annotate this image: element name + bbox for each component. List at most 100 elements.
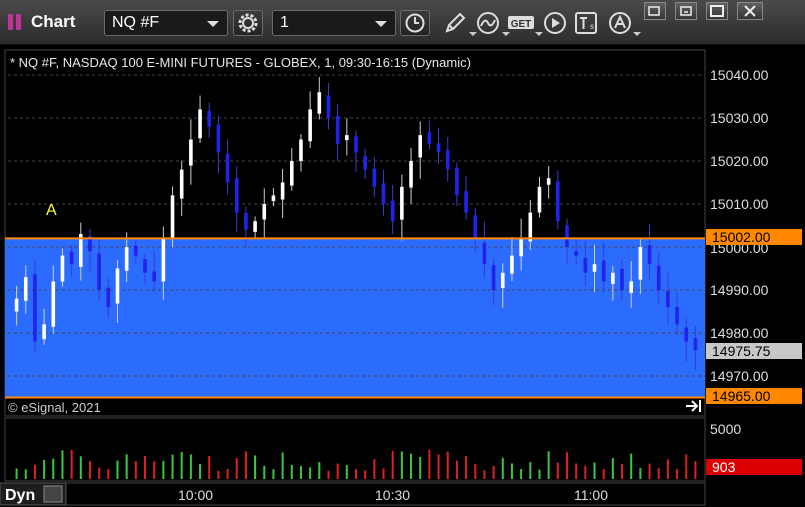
volume-bar bbox=[263, 465, 266, 479]
volume-bar bbox=[336, 463, 339, 479]
minimize-window-button[interactable] bbox=[675, 2, 697, 20]
volume-bar bbox=[611, 458, 614, 479]
text-icon: s bbox=[575, 12, 597, 34]
candle-body bbox=[592, 264, 597, 272]
volume-bar bbox=[79, 456, 82, 479]
volume-bar bbox=[299, 465, 302, 479]
volume-bar bbox=[88, 461, 91, 479]
chevron-down-icon[interactable] bbox=[207, 21, 219, 27]
candle-body bbox=[354, 136, 358, 153]
candle-body bbox=[244, 212, 248, 230]
volume-bar bbox=[428, 449, 431, 479]
candle-body bbox=[629, 281, 633, 293]
dynamic-mode-button[interactable]: Dyn bbox=[0, 482, 67, 506]
get-icon: GET bbox=[508, 16, 534, 30]
candle-body bbox=[335, 115, 340, 144]
volume-bar bbox=[180, 452, 183, 479]
maximize-icon bbox=[710, 5, 724, 17]
price-label: 14970.00 bbox=[710, 368, 769, 384]
candle-body bbox=[372, 168, 377, 187]
candle-body bbox=[106, 287, 111, 308]
candle-body bbox=[207, 110, 212, 127]
annotation-label: A bbox=[46, 202, 57, 219]
lock-icon[interactable] bbox=[43, 485, 63, 503]
svg-text:s: s bbox=[590, 22, 594, 31]
candle-body bbox=[445, 149, 450, 170]
volume-bar bbox=[345, 465, 348, 479]
interval-input[interactable]: 1 bbox=[272, 10, 396, 36]
candle-body bbox=[565, 225, 569, 247]
play-icon bbox=[544, 12, 566, 34]
candle-body bbox=[684, 327, 689, 342]
volume-bar bbox=[373, 459, 376, 479]
window-title: Chart bbox=[7, 9, 75, 35]
volume-bar bbox=[455, 460, 458, 479]
volume-last-marker: 903 bbox=[706, 459, 802, 475]
get-data-button[interactable]: GET bbox=[507, 10, 543, 36]
volume-bar bbox=[153, 461, 156, 479]
volume-bar bbox=[400, 451, 403, 479]
candle-body bbox=[299, 139, 303, 162]
price-chart[interactable]: * NQ #F, NASDAQ 100 E-MINI FUTURES - GLO… bbox=[0, 46, 805, 507]
volume-bar bbox=[382, 468, 385, 479]
time-label: 10:00 bbox=[178, 487, 213, 503]
candle-body bbox=[308, 109, 312, 142]
candle-body bbox=[115, 268, 120, 304]
time-label: 11:00 bbox=[574, 487, 608, 503]
volume-bar bbox=[584, 465, 587, 479]
studies-button[interactable] bbox=[474, 10, 510, 36]
candle-body bbox=[500, 272, 505, 288]
candle-body bbox=[656, 265, 661, 290]
volume-bar bbox=[410, 453, 413, 479]
symbol-input[interactable]: NQ #F bbox=[104, 10, 228, 36]
volume-bar bbox=[446, 451, 449, 479]
clock-icon bbox=[405, 13, 425, 33]
chevron-down-icon bbox=[633, 32, 641, 36]
text-tool-button[interactable]: s bbox=[573, 10, 599, 36]
replay-button[interactable] bbox=[542, 10, 568, 36]
close-window-button[interactable] bbox=[737, 2, 763, 20]
price-label: 14980.00 bbox=[710, 325, 769, 341]
volume-bar bbox=[547, 451, 550, 479]
volume-bar bbox=[465, 456, 468, 479]
candle-body bbox=[216, 124, 221, 153]
candle-body bbox=[134, 245, 138, 256]
volume-bar bbox=[162, 461, 165, 479]
chart-area[interactable]: * NQ #F, NASDAQ 100 E-MINI FUTURES - GLO… bbox=[0, 46, 805, 507]
chart-header: * NQ #F, NASDAQ 100 E-MINI FUTURES - GLO… bbox=[10, 55, 471, 70]
settings-button[interactable] bbox=[233, 10, 263, 36]
window-title-label: Chart bbox=[31, 12, 76, 31]
candle-body bbox=[611, 272, 615, 284]
candle-body bbox=[693, 337, 698, 351]
candle-body bbox=[42, 324, 46, 340]
time-template-button[interactable] bbox=[400, 10, 430, 36]
volume-bar bbox=[107, 469, 110, 479]
volume-bar bbox=[61, 450, 64, 479]
volume-bar bbox=[648, 463, 651, 479]
volume-bar bbox=[492, 465, 495, 479]
restore-window-button[interactable] bbox=[644, 2, 666, 20]
chevron-down-icon[interactable] bbox=[375, 21, 387, 27]
alerts-button[interactable] bbox=[607, 10, 641, 36]
minimize-icon bbox=[680, 6, 692, 16]
volume-bar bbox=[639, 468, 642, 479]
volume-bar bbox=[254, 455, 257, 479]
chart-logo-icon bbox=[7, 13, 25, 31]
candle-body bbox=[152, 271, 156, 282]
candle-body bbox=[179, 169, 184, 199]
price-axis: 15040.00 15030.00 15020.00 15010.00 1500… bbox=[710, 67, 769, 384]
candle-body bbox=[546, 178, 551, 185]
maximize-window-button[interactable] bbox=[706, 2, 728, 20]
candle-body bbox=[69, 251, 74, 265]
volume-bar bbox=[52, 458, 55, 479]
draw-tools-button[interactable] bbox=[441, 10, 477, 36]
candle-body bbox=[464, 191, 468, 213]
volume-bar bbox=[244, 451, 247, 479]
volume-bar bbox=[327, 470, 330, 479]
last-price-value: 14975.75 bbox=[712, 343, 771, 359]
volume-bar bbox=[171, 454, 174, 479]
volume-bar bbox=[575, 463, 578, 479]
symbol-value: NQ #F bbox=[112, 14, 160, 31]
volume-bar bbox=[290, 464, 293, 479]
candle-body bbox=[519, 238, 523, 257]
